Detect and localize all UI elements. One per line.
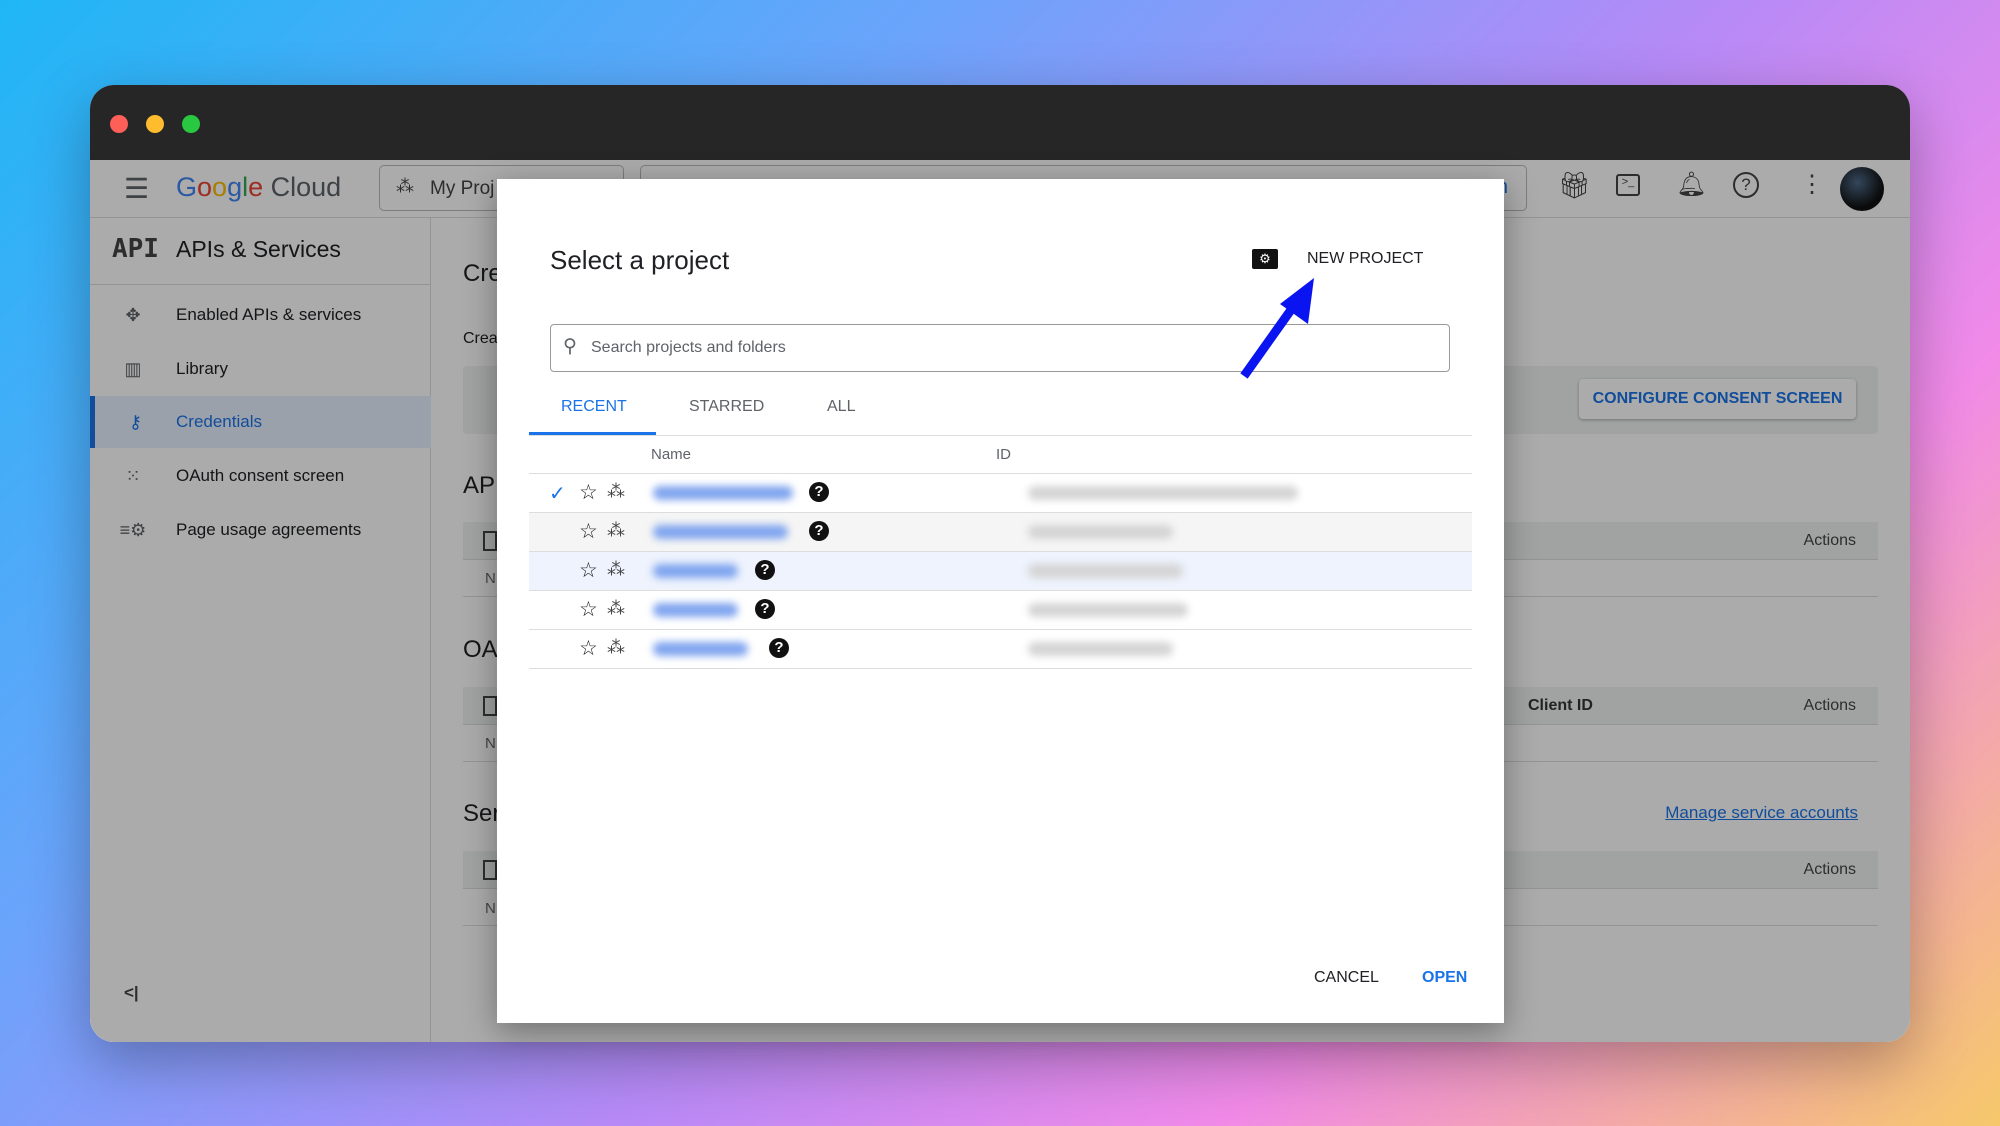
tab-starred[interactable]: STARRED: [689, 398, 764, 416]
project-row[interactable]: ☆ ⁂ ?: [529, 591, 1472, 630]
project-row[interactable]: ☆ ⁂ ?: [529, 630, 1472, 669]
project-name-link[interactable]: [653, 564, 738, 578]
close-window-button[interactable]: [110, 115, 128, 133]
tab-recent[interactable]: RECENT: [561, 398, 627, 416]
project-id: [1028, 486, 1298, 500]
project-name-link[interactable]: [653, 603, 738, 617]
maximize-window-button[interactable]: [182, 115, 200, 133]
column-header-name: Name: [651, 446, 692, 463]
help-icon[interactable]: ?: [769, 638, 789, 658]
project-name-link[interactable]: [653, 642, 748, 656]
annotation-arrow-icon: [1240, 278, 1314, 379]
cancel-button[interactable]: CANCEL: [1314, 969, 1379, 987]
minimize-window-button[interactable]: [146, 115, 164, 133]
project-icon: ⁂: [607, 481, 625, 501]
project-row[interactable]: ✓ ☆ ⁂ ?: [529, 474, 1472, 513]
project-id: [1028, 603, 1188, 617]
select-project-dialog: Select a project ⚙ NEW PROJECT ⚲ Search …: [497, 179, 1504, 1023]
project-id: [1028, 564, 1183, 578]
help-icon[interactable]: ?: [755, 599, 775, 619]
project-row[interactable]: ☆ ⁂ ?: [529, 552, 1472, 591]
title-bar: [90, 85, 1910, 160]
project-name-link[interactable]: [653, 486, 793, 500]
new-folder-settings-icon: ⚙: [1252, 249, 1278, 269]
star-icon[interactable]: ☆: [579, 636, 598, 661]
project-id: [1028, 525, 1173, 539]
new-project-label: NEW PROJECT: [1307, 250, 1424, 267]
dialog-title: Select a project: [550, 245, 730, 275]
star-icon[interactable]: ☆: [579, 519, 598, 544]
column-header-id: ID: [996, 446, 1011, 463]
star-icon[interactable]: ☆: [579, 558, 598, 583]
search-placeholder: Search projects and folders: [591, 339, 786, 356]
project-name-link[interactable]: [653, 525, 788, 539]
tab-all[interactable]: ALL: [827, 398, 855, 416]
help-icon[interactable]: ?: [755, 560, 775, 580]
help-icon[interactable]: ?: [809, 521, 829, 541]
search-icon: ⚲: [563, 336, 577, 357]
project-icon: ⁂: [607, 559, 625, 579]
help-icon[interactable]: ?: [809, 482, 829, 502]
star-icon[interactable]: ☆: [579, 597, 598, 622]
project-id: [1028, 642, 1173, 656]
open-button[interactable]: OPEN: [1422, 969, 1467, 987]
project-icon: ⁂: [607, 598, 625, 618]
project-row[interactable]: ☆ ⁂ ?: [529, 513, 1472, 552]
project-icon: ⁂: [607, 520, 625, 540]
project-icon: ⁂: [607, 637, 625, 657]
selected-check-icon: ✓: [549, 483, 566, 505]
star-icon[interactable]: ☆: [579, 480, 598, 505]
